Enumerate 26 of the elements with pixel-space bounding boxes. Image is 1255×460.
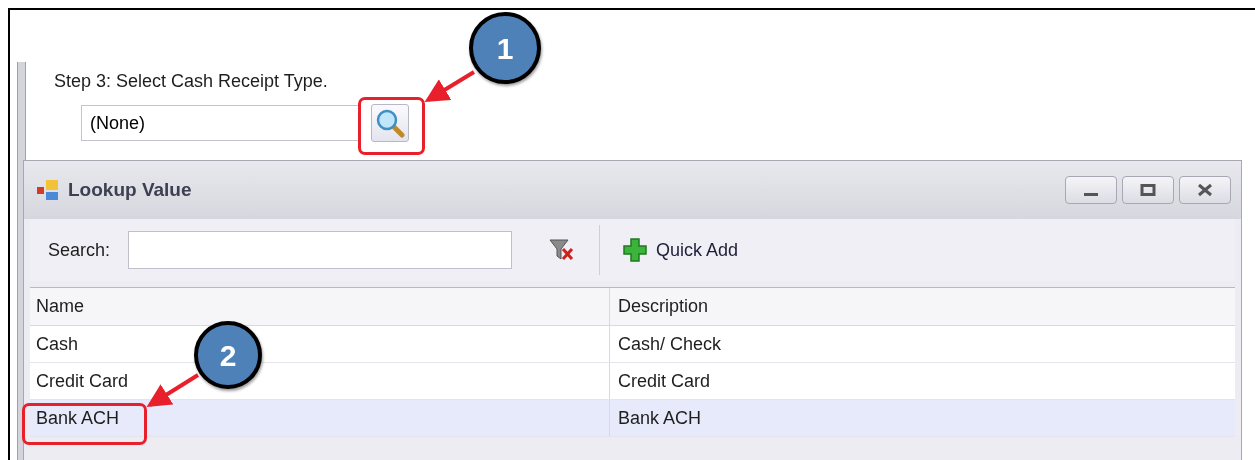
quick-add-button[interactable]: Quick Add xyxy=(622,236,739,264)
step-label: Step 3: Select Cash Receipt Type. xyxy=(54,70,328,92)
search-button[interactable] xyxy=(371,104,409,142)
search-field[interactable] xyxy=(128,231,513,269)
table-cell[interactable]: Credit Card xyxy=(610,363,1235,399)
search-label: Search: xyxy=(48,238,111,262)
type-field[interactable]: (None) xyxy=(81,105,359,141)
callout-arrow xyxy=(424,70,476,103)
column-header[interactable]: Description xyxy=(610,288,1235,325)
plus-icon xyxy=(622,237,649,263)
search-icon xyxy=(375,108,405,138)
highlight-frame xyxy=(358,97,425,155)
maximize-icon xyxy=(1140,184,1156,196)
close-icon xyxy=(1197,183,1213,197)
callout-arrow xyxy=(146,373,200,408)
dialog-title: Lookup Value xyxy=(68,177,193,202)
table-cell[interactable]: Cash/ Check xyxy=(610,326,1235,362)
table-cell[interactable]: Bank ACH xyxy=(610,400,1235,436)
minimize-icon xyxy=(1084,193,1098,196)
app-icon xyxy=(36,178,60,202)
clear-filter-icon[interactable] xyxy=(548,237,575,263)
table-cell[interactable]: Bank ACH xyxy=(30,400,610,436)
minimize-button[interactable] xyxy=(1065,176,1117,204)
maximize-button[interactable] xyxy=(1122,176,1174,204)
close-button[interactable] xyxy=(1179,176,1231,204)
step-number-badge: 1 xyxy=(469,12,541,84)
